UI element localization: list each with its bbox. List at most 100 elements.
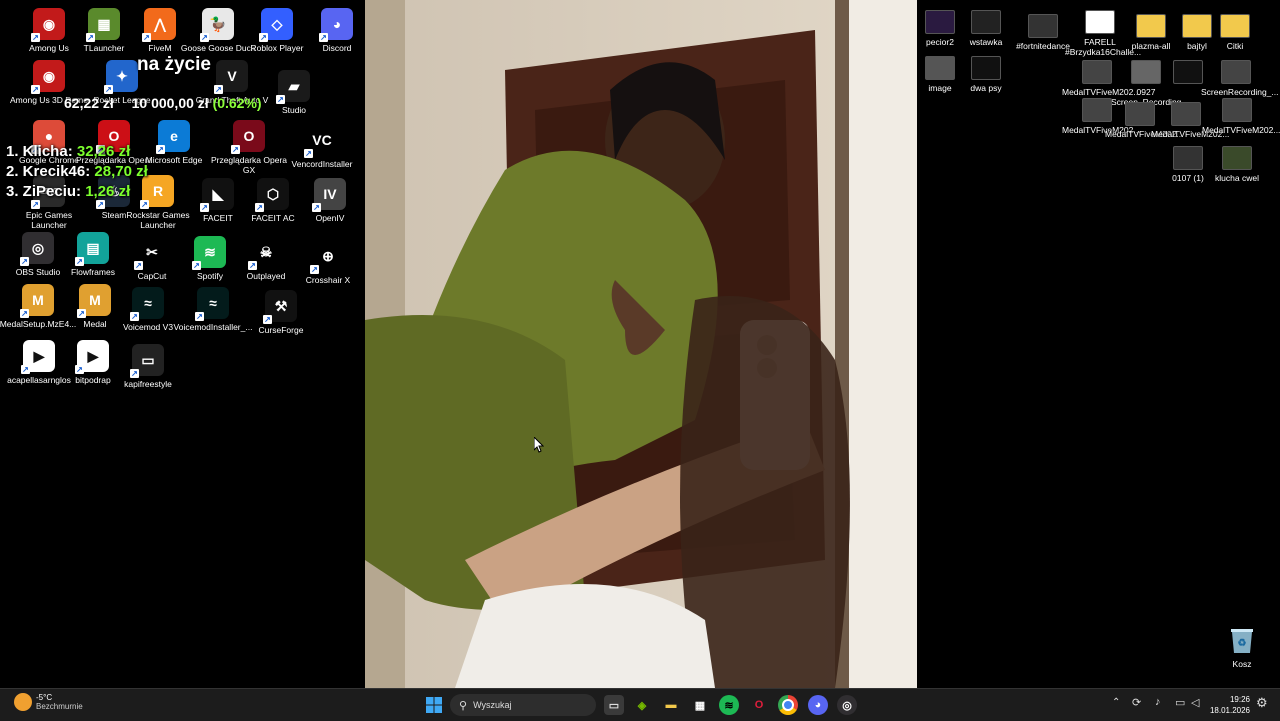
settings-gear-icon[interactable]: ⚙ — [1256, 695, 1268, 711]
bajtyl-glyph-icon — [1182, 14, 1212, 38]
blank-file-icon[interactable] — [1162, 60, 1214, 87]
opera-gx-icon[interactable]: O ↗ Przeglądarka Opera GX — [211, 120, 287, 175]
obs-taskbar-icon[interactable]: ◎ — [837, 695, 857, 715]
medal-fivem-4-glyph-icon — [1171, 102, 1201, 126]
curseforge-icon[interactable]: ⚒ ↗ CurseForge — [249, 290, 313, 335]
faceit-ac-glyph-icon: ⬡ ↗ — [255, 178, 289, 212]
goal-percent: (0.62%) — [212, 95, 262, 111]
goal-title: na życie — [137, 54, 211, 75]
farell-glyph-icon — [1085, 10, 1115, 34]
donor-amount: 32,26 zł — [76, 143, 131, 160]
chrome-taskbar-icon[interactable] — [778, 695, 798, 715]
search-placeholder: Wyszukaj — [473, 700, 512, 710]
shortcut-arrow-icon: ↗ — [31, 85, 40, 94]
fivem-glyph-icon: ⋀ ↗ — [142, 8, 176, 42]
shortcut-arrow-icon: ↗ — [195, 312, 204, 321]
desktop-icon-label: dwa psy — [970, 83, 1002, 93]
vencord-icon[interactable]: VC ↗ VencordInstaller — [290, 124, 354, 169]
studio-icon[interactable]: ▰ ↗ Studio — [262, 70, 326, 115]
citki-glyph-icon — [1220, 14, 1250, 38]
goal-balance: 62,22 zł — [64, 95, 114, 111]
roblox-glyph-icon: ◇ ↗ — [259, 8, 293, 42]
voicemod-installer-icon[interactable]: ≈ ↗ VoicemodInstaller_... — [174, 287, 252, 332]
desktop-icon-label: MedalTVFiveM202... — [1202, 125, 1280, 135]
faceit-glyph-icon: ◣ ↗ — [200, 178, 234, 212]
kapifreestyle-icon[interactable]: ▭ ↗ kapifreestyle — [116, 344, 180, 389]
photo-viewer[interactable] — [365, 0, 917, 688]
fortnitedance-glyph-icon — [1028, 14, 1058, 38]
sync-icon[interactable]: ⟳ — [1132, 696, 1141, 709]
among-us-glyph-icon: ◉ ↗ — [31, 8, 65, 42]
search-box[interactable]: ⚲ Wyszukaj — [450, 694, 596, 716]
desktop-icon-label: Studio — [281, 105, 307, 115]
shortcut-arrow-icon: ↗ — [75, 257, 84, 266]
voicemod-icon[interactable]: ≈ ↗ Voicemod V3 — [116, 287, 180, 332]
shortcut-arrow-icon: ↗ — [130, 369, 139, 378]
shortcut-arrow-icon: ↗ — [248, 261, 257, 270]
image-glyph-icon — [925, 56, 955, 80]
shortcut-arrow-icon: ↗ — [156, 145, 165, 154]
recycle-bin-icon[interactable]: ♻ Kosz — [1210, 624, 1274, 669]
weather-temp: -5°C — [36, 693, 53, 702]
bitpodrap-glyph-icon: ▶ ↗ — [75, 340, 109, 374]
edge-icon[interactable]: e ↗ Microsoft Edge — [142, 120, 206, 165]
task-view-icon[interactable]: ▭ — [604, 695, 624, 715]
clock[interactable]: 19:26 18.01.2026 — [1208, 694, 1250, 716]
desktop-icon-label: VencordInstaller — [291, 159, 353, 169]
donor-amount: 28,70 zł — [94, 163, 148, 180]
voicemod-glyph-icon: ≈ ↗ — [130, 287, 164, 321]
taskbar: -5°C Bezchmurnie ⚲ Wyszukaj ▭ ◈ ▬ ▦ ≋ O … — [0, 688, 1280, 721]
fortnitedance-icon[interactable]: #fortnitedance — [1016, 14, 1070, 51]
blank-file-glyph-icon — [1173, 60, 1203, 84]
openiv-icon[interactable]: IV ↗ OpenIV — [298, 178, 362, 223]
desktop-icon-label: kapifreestyle — [124, 379, 172, 389]
medal-fivem-5-icon[interactable]: MedalTVFiveM202... — [1202, 98, 1280, 135]
flowframes-glyph-icon: ▤ ↗ — [75, 232, 109, 266]
tlauncher-glyph-icon: ▦ ↗ — [86, 8, 120, 42]
spotify-taskbar-icon[interactable]: ≋ — [719, 695, 739, 715]
curseforge-glyph-icon: ⚒ ↗ — [263, 290, 297, 324]
weather-widget[interactable]: -5°C Bezchmurnie — [14, 693, 83, 711]
klucha-cwel-icon[interactable]: klucha cwel — [1211, 146, 1263, 183]
screen-recording-2-icon[interactable]: ScreenRecording_... — [1201, 60, 1279, 97]
recycle-bin-glyph-icon: ♻ — [1226, 624, 1258, 656]
pecior2-glyph-icon — [925, 10, 955, 34]
start-button[interactable] — [424, 695, 444, 715]
among-us-3d-glyph-icon: ◉ ↗ — [31, 60, 65, 94]
medal-fivem-2-glyph-icon — [1082, 98, 1112, 122]
screen-recording-2-glyph-icon — [1221, 60, 1251, 84]
store-icon[interactable]: ▦ — [690, 695, 710, 715]
crosshair-icon[interactable]: ⊕ ↗ Crosshair X — [296, 240, 360, 285]
microphone-icon[interactable]: ♪ — [1155, 696, 1161, 708]
discord-taskbar-icon[interactable]: ◕ — [808, 695, 828, 715]
nvidia-icon[interactable]: ◈ — [632, 695, 652, 715]
file-explorer-icon[interactable]: ▬ — [661, 695, 681, 715]
dwa-psy-icon[interactable]: dwa psy — [960, 56, 1012, 93]
shortcut-arrow-icon: ↗ — [20, 309, 29, 318]
kapifreestyle-glyph-icon: ▭ ↗ — [130, 344, 164, 378]
shortcut-arrow-icon: ↗ — [77, 309, 86, 318]
shortcut-arrow-icon: ↗ — [304, 149, 313, 158]
shortcut-arrow-icon: ↗ — [20, 257, 29, 266]
wstawka-glyph-icon — [971, 10, 1001, 34]
wstawka-icon[interactable]: wstawka — [960, 10, 1012, 47]
shortcut-arrow-icon: ↗ — [21, 365, 30, 374]
shortcut-arrow-icon: ↗ — [200, 33, 209, 42]
donor-rank: 2. Krecik46: — [6, 163, 91, 180]
volume-icon[interactable]: ◁ — [1191, 696, 1199, 709]
donor-row: 3. ZiPeciu: 1,26 zł — [6, 182, 148, 202]
clip-0107-glyph-icon — [1173, 146, 1203, 170]
shortcut-arrow-icon: ↗ — [134, 261, 143, 270]
shortcut-arrow-icon: ↗ — [104, 85, 113, 94]
shortcut-arrow-icon: ↗ — [31, 33, 40, 42]
clock-time: 19:26 — [1229, 695, 1250, 704]
network-icon[interactable]: ▭ — [1175, 696, 1185, 709]
tray-overflow-icon[interactable]: ⌃ — [1112, 697, 1120, 708]
opera-gx-taskbar-icon[interactable]: O — [749, 695, 769, 715]
search-icon: ⚲ — [459, 699, 468, 712]
svg-text:♻: ♻ — [1238, 638, 1247, 649]
discord-icon[interactable]: ◕ ↗ Discord — [305, 8, 369, 53]
obs-glyph-icon: ◎ ↗ — [20, 232, 54, 266]
citki-icon[interactable]: Citki — [1209, 14, 1261, 51]
goal-progress: 62,22 zł 10 000,00 zł (0.62%) — [64, 95, 262, 111]
